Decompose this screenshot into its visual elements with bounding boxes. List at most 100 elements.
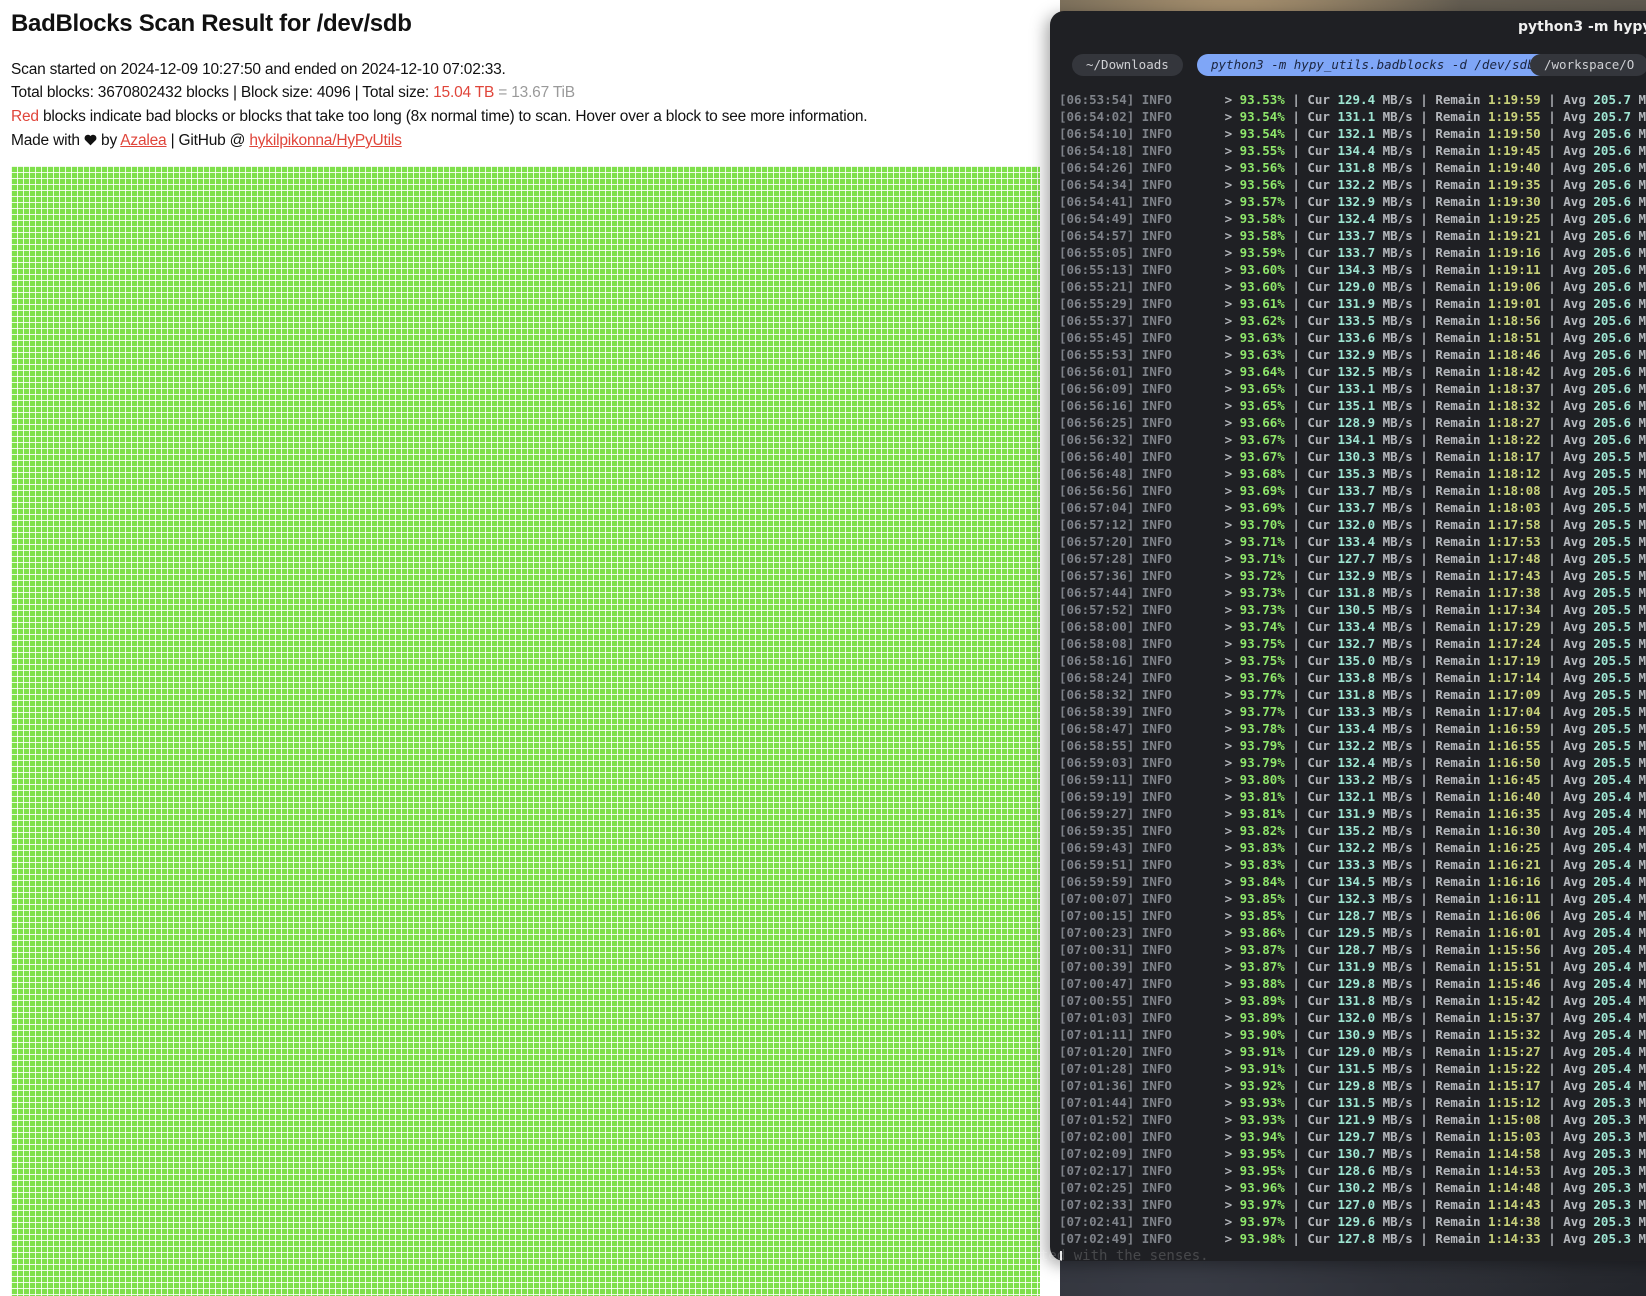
legend-description: blocks indicate bad blocks or blocks tha… — [38, 108, 868, 125]
log-percent: 93.66% — [1239, 415, 1285, 430]
log-level: INFO — [1134, 1129, 1225, 1144]
log-label: | Cur — [1284, 364, 1338, 379]
log-label: MB/s | Remain — [1375, 534, 1489, 549]
log-percent: 93.93% — [1239, 1112, 1285, 1127]
log-remaining: 1:17:29 — [1488, 619, 1541, 634]
log-label: MB/s — [1638, 891, 1646, 906]
log-label: MB/s | Remain — [1375, 823, 1489, 838]
log-timestamp: [06:58:39] — [1059, 704, 1135, 719]
log-label: | Cur — [1284, 432, 1338, 447]
log-remaining: 1:17:34 — [1488, 602, 1541, 617]
log-timestamp: [06:54:57] — [1059, 228, 1135, 243]
report-page: BadBlocks Scan Result for /dev/sdb Scan … — [0, 0, 1060, 1296]
log-prompt: > — [1224, 857, 1240, 872]
log-label: MB/s | Remain — [1375, 1129, 1489, 1144]
log-line: [06:54:57] INFO > 93.58% | Cur 133.7 MB/… — [1059, 227, 1646, 244]
log-label: | Cur — [1284, 925, 1338, 940]
log-line: [07:00:15] INFO > 93.85% | Cur 128.7 MB/… — [1059, 907, 1646, 924]
github-repo-link[interactable]: hykilpikonna/HyPyUtils — [249, 132, 402, 149]
log-label: | Avg — [1540, 143, 1594, 158]
scan-time-text: Scan started on 2024-12-09 10:27:50 and … — [11, 61, 506, 78]
log-label: MB/s — [1638, 449, 1646, 464]
log-label: MB/s — [1638, 330, 1646, 345]
log-label: MB/s | Remain — [1375, 636, 1489, 651]
log-percent: 93.56% — [1239, 177, 1285, 192]
log-timestamp: [06:56:01] — [1059, 364, 1135, 379]
log-level: INFO — [1134, 432, 1225, 447]
log-timestamp: [06:57:12] — [1059, 517, 1135, 532]
tab-workspace[interactable]: /workspace/O — [1530, 54, 1646, 76]
author-link[interactable]: Azalea — [120, 132, 166, 149]
log-line: [06:58:55] INFO > 93.79% | Cur 132.2 MB/… — [1059, 737, 1646, 754]
log-timestamp: [06:58:47] — [1059, 721, 1135, 736]
log-percent: 93.53% — [1239, 92, 1285, 107]
log-label: MB/s | Remain — [1375, 993, 1489, 1008]
log-line: [07:00:55] INFO > 93.89% | Cur 131.8 MB/… — [1059, 992, 1646, 1009]
log-remaining: 1:16:35 — [1488, 806, 1541, 821]
log-average-speed: 205.6 — [1593, 330, 1632, 345]
log-label: | Cur — [1284, 313, 1338, 328]
log-average-speed: 205.6 — [1593, 194, 1632, 209]
log-label: MB/s | Remain — [1375, 500, 1489, 515]
log-line: [06:56:56] INFO > 93.69% | Cur 133.7 MB/… — [1059, 482, 1646, 499]
log-label: MB/s | Remain — [1375, 449, 1489, 464]
log-label: | Cur — [1284, 483, 1338, 498]
log-line: [07:01:36] INFO > 93.92% | Cur 129.8 MB/… — [1059, 1077, 1646, 1094]
log-label: MB/s | Remain — [1375, 228, 1489, 243]
log-remaining: 1:14:43 — [1488, 1197, 1541, 1212]
log-label: | Avg — [1540, 1197, 1594, 1212]
terminal-window[interactable]: python3 -m hypy_u ~/Downloads python3 -m… — [1050, 11, 1646, 1261]
log-label: | Cur — [1284, 1197, 1338, 1212]
log-percent: 93.92% — [1239, 1078, 1285, 1093]
log-remaining: 1:18:22 — [1488, 432, 1541, 447]
log-label: | Avg — [1540, 789, 1594, 804]
log-average-speed: 205.4 — [1593, 874, 1632, 889]
log-label: | Avg — [1540, 245, 1594, 260]
log-line: [07:01:03] INFO > 93.89% | Cur 132.0 MB/… — [1059, 1009, 1646, 1026]
log-label: | Avg — [1540, 160, 1594, 175]
log-label: | Avg — [1540, 1129, 1594, 1144]
log-average-speed: 205.6 — [1593, 262, 1632, 277]
tab-badblocks[interactable]: python3 -m hypy_utils.badblocks -d /dev/… — [1197, 54, 1549, 76]
log-level: INFO — [1134, 1231, 1225, 1246]
log-label: MB/s — [1638, 602, 1646, 617]
log-percent: 93.63% — [1239, 330, 1285, 345]
log-prompt: > — [1224, 92, 1240, 107]
log-current-speed: 132.5 — [1337, 364, 1376, 379]
log-label: MB/s | Remain — [1375, 959, 1489, 974]
log-remaining: 1:17:48 — [1488, 551, 1541, 566]
log-percent: 93.94% — [1239, 1129, 1285, 1144]
log-remaining: 1:14:58 — [1488, 1146, 1541, 1161]
log-timestamp: [06:54:02] — [1059, 109, 1135, 124]
log-label: MB/s — [1638, 772, 1646, 787]
log-level: INFO — [1134, 602, 1225, 617]
log-prompt: > — [1224, 500, 1240, 515]
log-label: MB/s — [1638, 109, 1646, 124]
log-line: [06:57:28] INFO > 93.71% | Cur 127.7 MB/… — [1059, 550, 1646, 567]
log-prompt: > — [1224, 704, 1240, 719]
log-current-speed: 133.4 — [1337, 534, 1376, 549]
log-timestamp: [07:00:55] — [1059, 993, 1135, 1008]
log-current-speed: 133.3 — [1337, 704, 1376, 719]
log-percent: 93.73% — [1239, 602, 1285, 617]
log-prompt: > — [1224, 296, 1240, 311]
log-label: | Avg — [1540, 840, 1594, 855]
log-average-speed: 205.6 — [1593, 296, 1632, 311]
log-average-speed: 205.3 — [1593, 1197, 1632, 1212]
log-timestamp: [06:58:00] — [1059, 619, 1135, 634]
block-grid[interactable] — [11, 166, 1040, 1296]
log-label: MB/s | Remain — [1375, 1078, 1489, 1093]
log-remaining: 1:14:33 — [1488, 1231, 1541, 1246]
terminal-output[interactable]: [06:53:54] INFO > 93.53% | Cur 129.4 MB/… — [1059, 91, 1646, 1247]
tab-downloads[interactable]: ~/Downloads — [1072, 54, 1183, 76]
log-prompt: > — [1224, 925, 1240, 940]
log-label: MB/s | Remain — [1375, 126, 1489, 141]
terminal-title-bar[interactable]: python3 -m hypy_u — [1050, 11, 1646, 43]
log-label: MB/s — [1638, 687, 1646, 702]
log-label: | Cur — [1284, 806, 1338, 821]
log-label: | Cur — [1284, 279, 1338, 294]
log-label: | Avg — [1540, 993, 1594, 1008]
log-level: INFO — [1134, 1180, 1225, 1195]
log-line: [07:01:44] INFO > 93.93% | Cur 131.5 MB/… — [1059, 1094, 1646, 1111]
log-remaining: 1:17:53 — [1488, 534, 1541, 549]
